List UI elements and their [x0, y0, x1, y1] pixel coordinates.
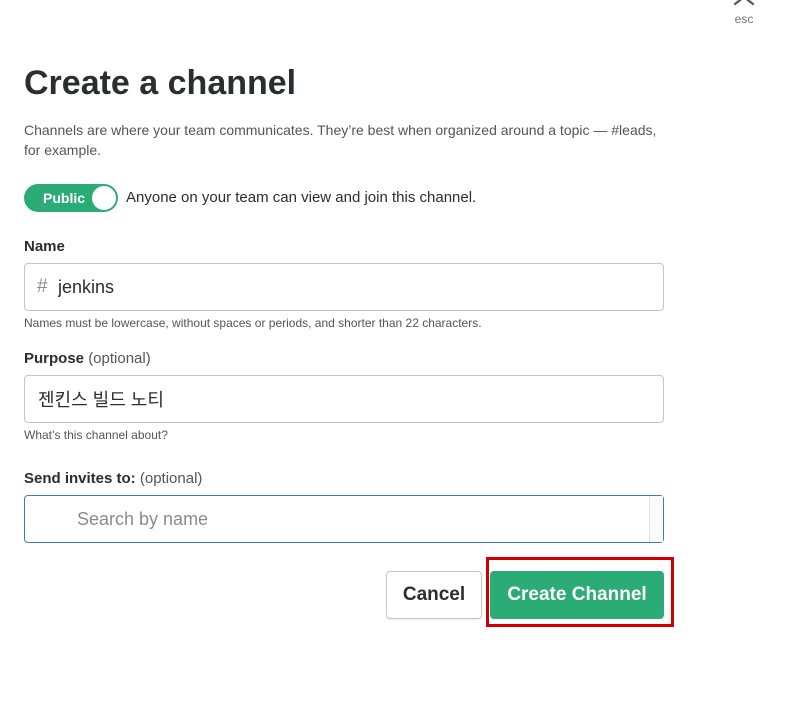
name-label: Name — [24, 238, 65, 255]
dialog-description: Channels are where your team communicate… — [24, 122, 657, 158]
page-title: Create a channel — [24, 64, 297, 102]
visibility-toggle[interactable]: Public — [24, 184, 118, 212]
invite-scrollbar[interactable] — [649, 496, 663, 542]
purpose-optional: (optional) — [88, 350, 151, 367]
purpose-input[interactable] — [38, 376, 663, 422]
purpose-input-box — [24, 375, 664, 423]
invite-input-box — [24, 495, 664, 543]
hash-icon: # — [37, 276, 48, 297]
close-icon — [733, 0, 755, 6]
invite-search-input[interactable] — [77, 496, 643, 542]
create-channel-dialog: esc Create a channel Channels are where … — [0, 0, 800, 724]
purpose-hint: What’s this channel about? — [24, 428, 168, 442]
purpose-label: Purpose (optional) — [24, 350, 151, 367]
purpose-label-text: Purpose — [24, 350, 85, 367]
close-button[interactable]: esc — [722, 0, 766, 28]
toggle-label: Public — [43, 190, 86, 206]
create-channel-button[interactable]: Create Channel — [490, 571, 664, 619]
name-input[interactable] — [58, 264, 663, 310]
invite-optional: (optional) — [139, 470, 203, 487]
name-hint: Names must be lowercase, without spaces … — [24, 316, 482, 330]
invite-label: Send invites to: (optional) — [24, 470, 202, 487]
invite-label-text: Send invites to: — [24, 470, 136, 487]
name-input-box: # — [24, 263, 664, 311]
visibility-description: Anyone on your team can view and join th… — [126, 189, 477, 206]
esc-label: esc — [734, 12, 754, 26]
toggle-knob — [92, 186, 116, 210]
cancel-button[interactable]: Cancel — [386, 571, 482, 619]
